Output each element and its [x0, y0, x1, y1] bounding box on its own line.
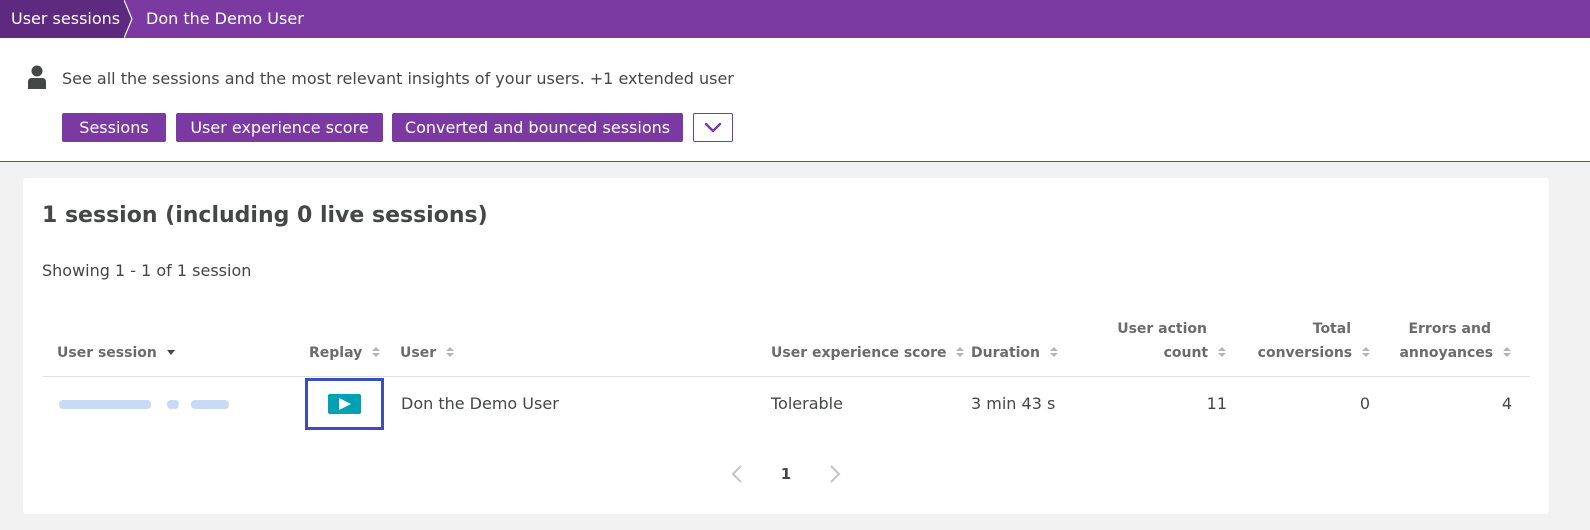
col-header-user-session[interactable]: User session [57, 341, 175, 365]
row-ux-score: Tolerable [771, 394, 843, 413]
more-charts-button[interactable] [693, 113, 733, 142]
chip-sessions[interactable]: Sessions [62, 113, 166, 142]
play-icon [339, 398, 351, 410]
col-header-user[interactable]: User [400, 341, 454, 365]
sort-icon [1049, 347, 1058, 357]
sort-icon [956, 347, 965, 357]
col-header-errors-annoyances[interactable]: Errors and annoyances [1383, 317, 1511, 365]
user-icon [28, 65, 46, 89]
breadcrumb-separator-icon [124, 0, 133, 38]
page-number-current[interactable]: 1 [773, 465, 799, 483]
sessions-card: 1 session (including 0 live sessions) Sh… [23, 178, 1549, 514]
sort-icon [1503, 347, 1511, 357]
col-header-duration-label: Duration [971, 345, 1041, 361]
page-description: See all the sessions and the most releva… [62, 69, 734, 88]
col-header-user-action-count-line1: User action [1117, 321, 1207, 337]
col-header-total-conversions-line1: Total [1312, 321, 1351, 337]
redacted-session-date [59, 400, 151, 409]
sort-descending-icon [166, 350, 175, 355]
redacted-session-separator [167, 400, 179, 409]
breadcrumb-current-label: Don the Demo User [146, 9, 304, 28]
previous-page-icon[interactable] [730, 463, 744, 485]
sort-icon [1362, 347, 1370, 357]
showing-count: Showing 1 - 1 of 1 session [42, 261, 252, 280]
row-duration: 3 min 43 s [971, 394, 1056, 413]
chip-converted-bounced-sessions[interactable]: Converted and bounced sessions [392, 113, 683, 142]
sessions-title: 1 session (including 0 live sessions) [42, 203, 488, 228]
chevron-down-icon [704, 122, 722, 133]
replay-button[interactable] [328, 394, 361, 414]
col-header-total-conversions-line2: conversions [1243, 341, 1370, 365]
sort-icon [445, 347, 454, 357]
col-header-ux-score[interactable]: User experience score [771, 341, 965, 365]
next-page-icon[interactable] [828, 463, 842, 485]
col-header-user-action-count[interactable]: User action count [1103, 317, 1226, 365]
col-header-user-session-label: User session [57, 345, 157, 361]
breadcrumb: User sessions Don the Demo User [0, 0, 1590, 38]
row-user: Don the Demo User [401, 394, 559, 413]
page-header: See all the sessions and the most releva… [0, 38, 1590, 162]
col-header-replay[interactable]: Replay [309, 341, 381, 365]
sort-icon [372, 347, 381, 357]
user-session-link[interactable] [59, 393, 234, 415]
col-header-errors-annoyances-line1: Errors and [1408, 321, 1491, 337]
table-header-divider [43, 376, 1530, 377]
col-header-ux-score-label: User experience score [771, 345, 947, 361]
redacted-session-time [191, 400, 229, 409]
row-errors-annoyances: 4 [1501, 394, 1512, 413]
chip-user-experience-score[interactable]: User experience score [176, 113, 383, 142]
col-header-total-conversions[interactable]: Total conversions [1243, 317, 1370, 365]
col-header-errors-annoyances-line2: annoyances [1383, 341, 1511, 365]
row-total-conversions: 0 [1359, 394, 1370, 413]
breadcrumb-root-label[interactable]: User sessions [11, 9, 120, 28]
sort-icon [1218, 347, 1226, 357]
col-header-replay-label: Replay [309, 345, 363, 361]
col-header-user-label: User [400, 345, 437, 361]
replay-cell[interactable] [305, 378, 384, 430]
col-header-duration[interactable]: Duration [971, 341, 1058, 365]
row-user-action-count: 11 [1206, 394, 1227, 413]
col-header-user-action-count-line2: count [1103, 341, 1226, 365]
